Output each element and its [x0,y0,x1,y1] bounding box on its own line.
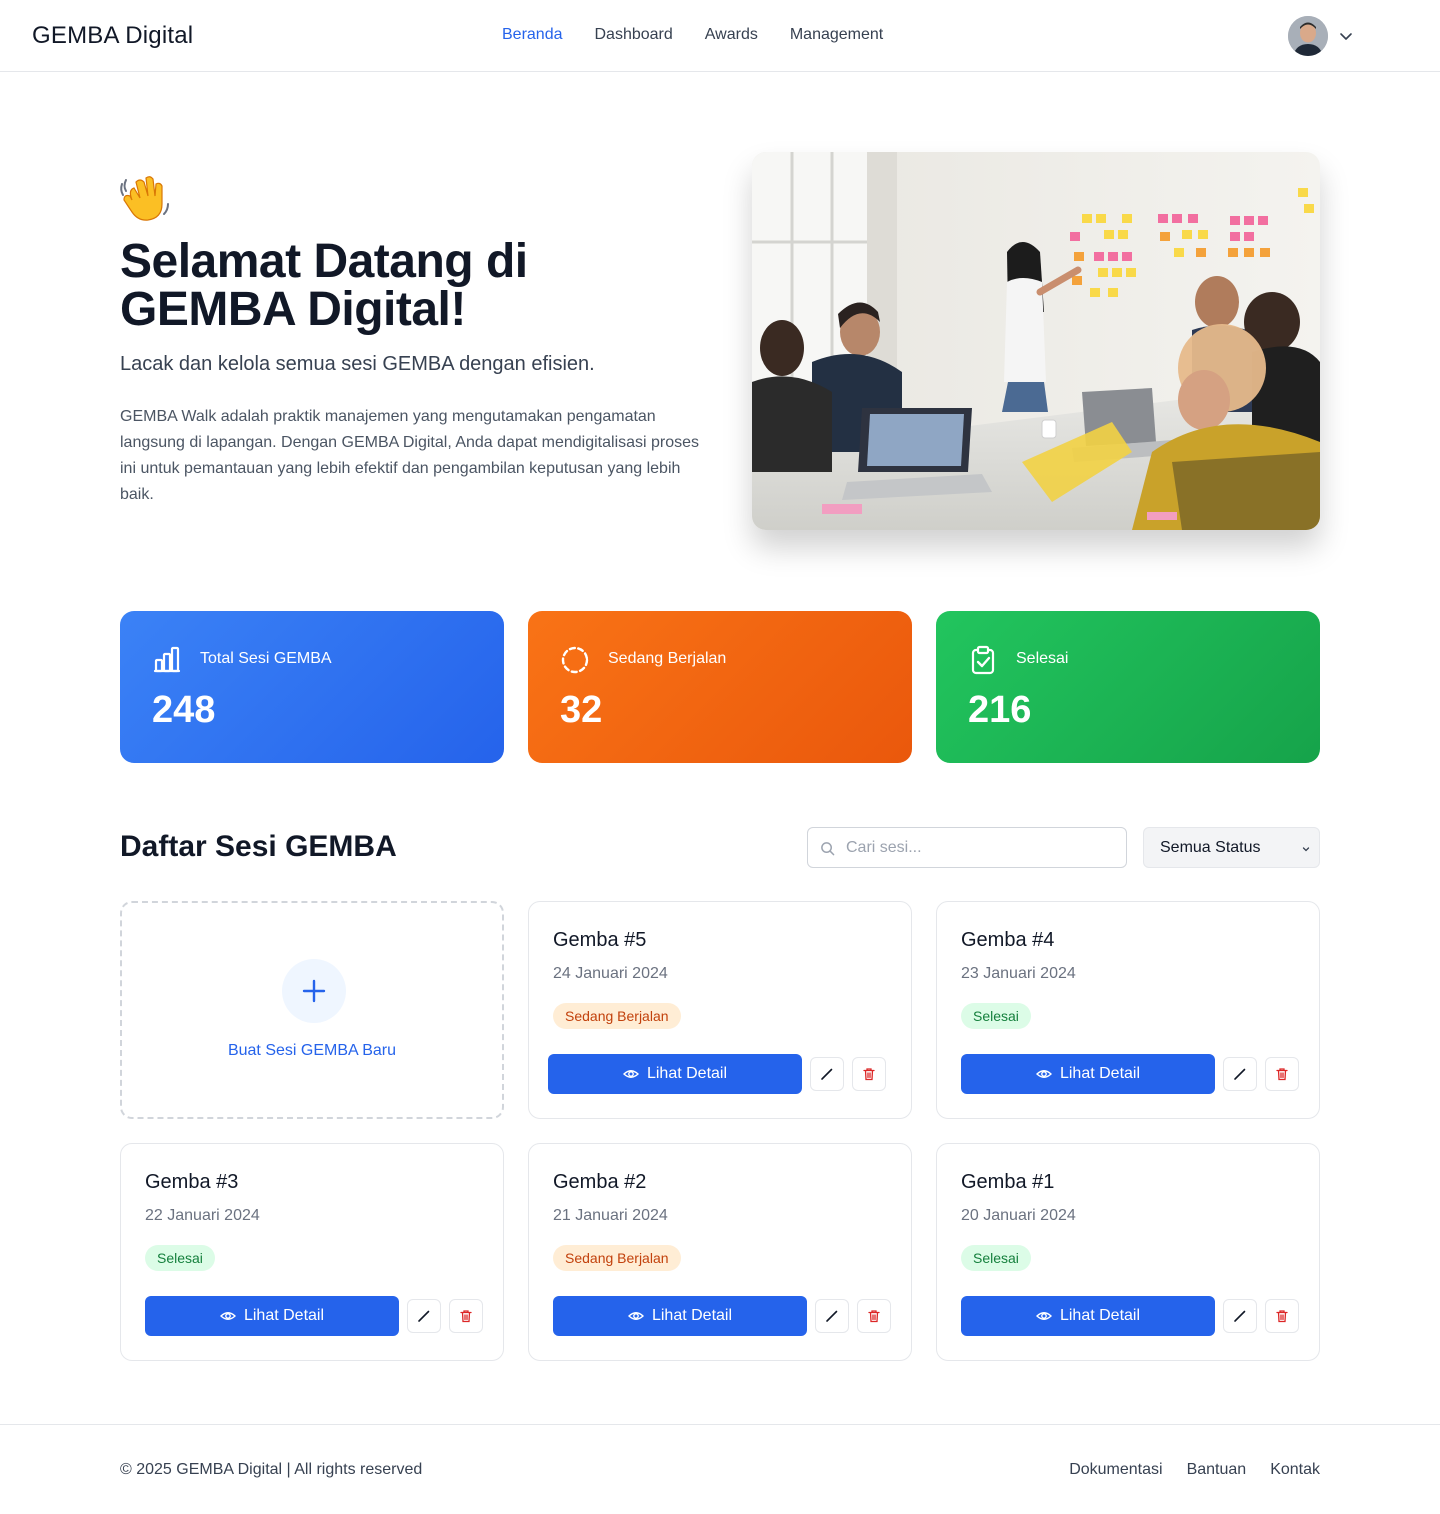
edit-button[interactable] [815,1299,849,1333]
pencil-icon [1234,1310,1246,1322]
pencil-icon [418,1310,430,1322]
session-date: 23 Januari 2024 [961,965,1076,982]
status-badge: Selesai [145,1245,215,1271]
stat-value: 216 [968,689,1032,731]
nav-dashboard[interactable]: Dashboard [595,26,673,44]
trash-icon [863,1068,875,1081]
search-box[interactable] [807,827,1127,868]
view-detail-label: Lihat Detail [646,1065,728,1082]
stat-card-total: Total Sesi GEMBA 248 [120,611,504,763]
pencil-icon [821,1068,833,1080]
session-title: Gemba #2 [553,1171,647,1193]
view-detail-button[interactable]: Lihat Detail [548,1054,802,1094]
status-badge: Selesai [961,1245,1031,1271]
hero-photo [752,152,1320,530]
view-detail-button[interactable]: Lihat Detail [961,1054,1215,1094]
stat-label: Total Sesi GEMBA [200,650,332,667]
hero-description: GEMBA Walk adalah praktik manajemen yang… [120,408,700,503]
footer: © 2025 GEMBA Digital | All rights reserv… [0,1424,1440,1514]
create-session-label: Buat Sesi GEMBA Baru [227,1042,397,1059]
session-card: Gemba #5 24 Januari 2024 Sedang Berjalan… [528,901,912,1119]
footer-link-bantuan[interactable]: Bantuan [1187,1461,1247,1479]
edit-button[interactable] [407,1299,441,1333]
stat-label: Selesai [1016,650,1069,667]
session-card: Gemba #2 21 Januari 2024 Sedang Berjalan… [528,1143,912,1361]
edit-button[interactable] [810,1057,844,1091]
edit-button[interactable] [1223,1057,1257,1091]
session-date: 22 Januari 2024 [145,1207,260,1224]
session-title: Gemba #4 [961,929,1055,951]
view-detail-label: Lihat Detail [243,1307,325,1324]
edit-button[interactable] [1223,1299,1257,1333]
clipboard-check-icon [971,645,995,675]
nav-management[interactable]: Management [790,26,883,44]
search-icon [821,842,835,856]
view-detail-button[interactable]: Lihat Detail [553,1296,807,1336]
trash-icon [868,1310,880,1323]
stat-label: Sedang Berjalan [608,650,727,667]
delete-button[interactable] [852,1057,886,1091]
main-nav: Beranda Dashboard Awards Management [502,26,883,44]
session-title: Gemba #5 [553,929,647,951]
view-detail-label: Lihat Detail [1059,1307,1141,1324]
view-detail-label: Lihat Detail [651,1307,733,1324]
search-input[interactable] [846,828,1116,867]
status-filter-select[interactable]: Semua Status [1143,827,1320,868]
user-menu[interactable] [1288,16,1354,56]
session-card: Gemba #3 22 Januari 2024 Selesai Lihat D… [120,1143,504,1361]
eye-icon [627,1312,644,1320]
eye-icon [622,1070,639,1078]
trash-icon [1276,1068,1288,1081]
plus-icon [282,959,346,1023]
status-badge: Selesai [961,1003,1031,1029]
delete-button[interactable] [1265,1057,1299,1091]
top-navbar: GEMBA Digital Beranda Dashboard Awards M… [0,0,1440,72]
footer-link-dokumentasi[interactable]: Dokumentasi [1069,1461,1162,1479]
view-detail-button[interactable]: Lihat Detail [145,1296,399,1336]
stat-value: 32 [560,689,603,731]
stat-card-done: Selesai 216 [936,611,1320,763]
eye-icon [1035,1312,1052,1320]
copyright-text: © 2025 GEMBA Digital | All rights reserv… [120,1461,423,1478]
chevron-down-icon [1302,847,1310,852]
hero-subtitle: Lacak dan kelola semua sesi GEMBA dengan… [120,353,595,375]
bar-chart-icon [153,646,181,673]
session-card: Gemba #1 20 Januari 2024 Selesai Lihat D… [936,1143,1320,1361]
pencil-icon [826,1310,838,1322]
avatar[interactable] [1288,16,1328,56]
chevron-down-icon[interactable] [1338,28,1354,44]
nav-beranda[interactable]: Beranda [502,26,563,44]
session-list-title: Daftar Sesi GEMBA [120,830,397,863]
session-date: 20 Januari 2024 [961,1207,1076,1224]
delete-button[interactable] [449,1299,483,1333]
pencil-icon [1234,1068,1246,1080]
session-title: Gemba #1 [961,1171,1055,1193]
loader-icon [561,646,589,674]
stat-card-running: Sedang Berjalan 32 [528,611,912,763]
session-date: 24 Januari 2024 [553,965,668,982]
waving-hand-icon [118,170,172,224]
trash-icon [460,1310,472,1323]
create-session-card[interactable]: Buat Sesi GEMBA Baru [120,901,504,1119]
status-filter-value: Semua Status [1160,839,1261,856]
view-detail-button[interactable]: Lihat Detail [961,1296,1215,1336]
footer-link-kontak[interactable]: Kontak [1270,1461,1320,1479]
delete-button[interactable] [857,1299,891,1333]
session-date: 21 Januari 2024 [553,1207,668,1224]
status-badge: Sedang Berjalan [553,1245,681,1271]
session-card: Gemba #4 23 Januari 2024 Selesai Lihat D… [936,901,1320,1119]
trash-icon [1276,1310,1288,1323]
session-title: Gemba #3 [145,1171,239,1193]
eye-icon [219,1312,236,1320]
delete-button[interactable] [1265,1299,1299,1333]
status-badge: Sedang Berjalan [553,1003,681,1029]
hero-title: Selamat Datang di GEMBA Digital! [120,235,528,336]
stat-value: 248 [152,689,216,731]
view-detail-label: Lihat Detail [1059,1065,1141,1082]
nav-awards[interactable]: Awards [705,26,758,44]
eye-icon [1035,1070,1052,1078]
brand-logo[interactable]: GEMBA Digital [32,22,193,50]
footer-links: Dokumentasi Bantuan Kontak [1069,1461,1320,1479]
